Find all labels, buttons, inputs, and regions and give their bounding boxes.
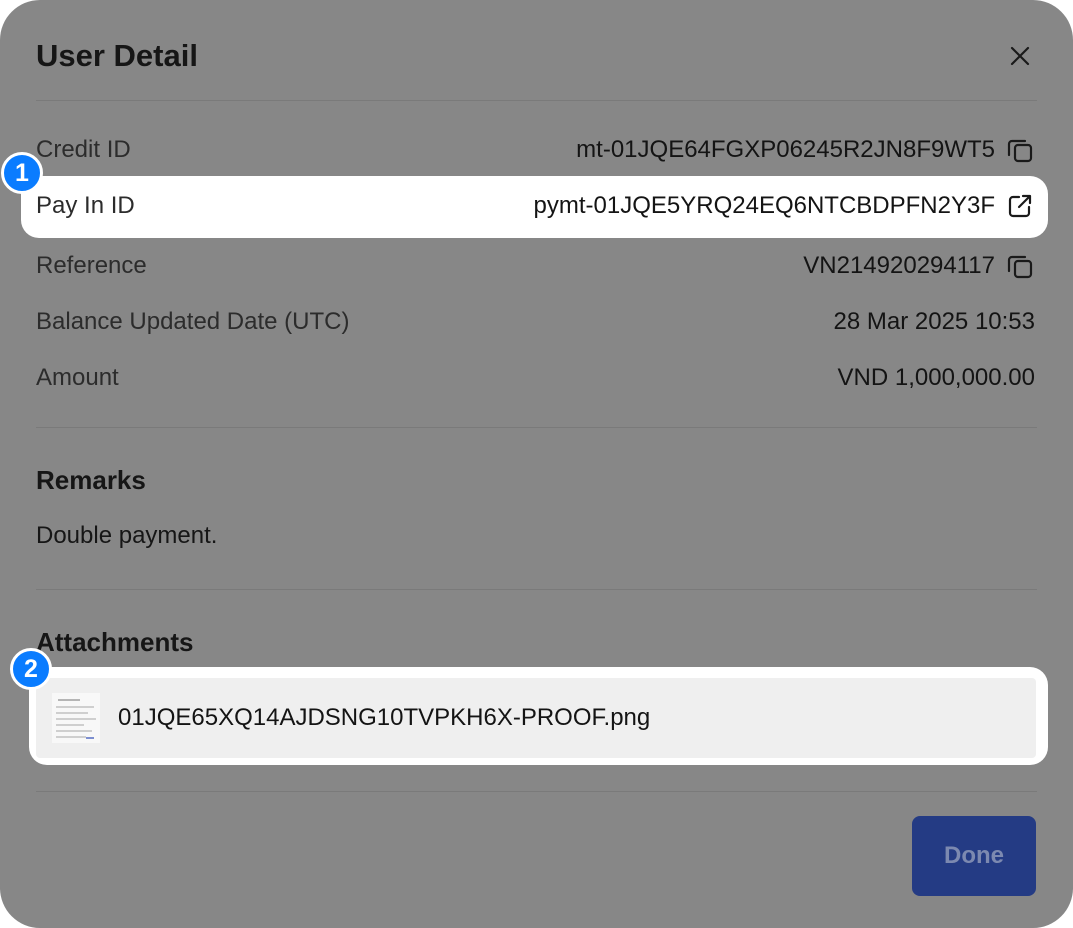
close-button[interactable] [1002,38,1038,74]
credit-id-value: mt-01JQE64FGXP06245R2JN8F9WT5 [576,136,995,163]
details-divider [36,427,1037,428]
pay-in-id-label: Pay In ID [36,192,135,219]
reference-value: VN214920294117 [803,252,995,279]
pay-in-id-row: Pay In ID pymt-01JQE5YRQ24EQ6NTCBDPFN2Y3… [36,186,1035,226]
amount-label: Amount [36,364,119,391]
copy-reference-button[interactable] [1005,251,1035,281]
copy-icon [1007,255,1033,279]
done-button[interactable]: Done [912,816,1036,896]
attachments-title: Attachments [36,627,194,657]
image-thumbnail-icon [52,693,100,743]
pay-in-id-value[interactable]: pymt-01JQE5YRQ24EQ6NTCBDPFN2Y3F [534,192,995,220]
credit-id-label: Credit ID [36,136,131,163]
header-divider [36,100,1037,101]
open-pay-in-link-button[interactable] [1005,191,1035,221]
reference-label: Reference [36,252,147,279]
balance-updated-date-row: Balance Updated Date (UTC) 28 Mar 2025 1… [36,302,1035,342]
amount-row: Amount VND 1,000,000.00 [36,358,1035,398]
amount-value: VND 1,000,000.00 [837,364,1035,391]
remarks-divider [36,589,1037,590]
close-icon [1010,46,1030,66]
copy-credit-id-button[interactable] [1005,135,1035,165]
attachment-file-name: 01JQE65XQ14AJDSNG10TVPKH6X-PROOF.png [118,704,651,731]
balance-updated-date-label: Balance Updated Date (UTC) [36,308,350,335]
credit-id-row: Credit ID mt-01JQE64FGXP06245R2JN8F9WT5 [36,130,1035,170]
balance-updated-date-value: 28 Mar 2025 10:53 [833,308,1035,335]
copy-icon [1007,139,1033,163]
annotation-badge-1: 1 [1,152,43,194]
external-link-icon [1008,194,1032,218]
reference-row: Reference VN214920294117 [36,246,1035,286]
annotation-badge-2: 2 [10,648,52,690]
dialog-title: User Detail [36,38,198,73]
footer-divider [36,791,1037,792]
attachment-item[interactable]: 01JQE65XQ14AJDSNG10TVPKH6X-PROOF.png [36,678,1036,758]
remarks-title: Remarks [36,465,146,495]
remarks-text: Double payment. [36,522,218,549]
user-detail-dialog: User Detail Credit ID mt-01JQE64FGXP0624… [0,0,1073,928]
